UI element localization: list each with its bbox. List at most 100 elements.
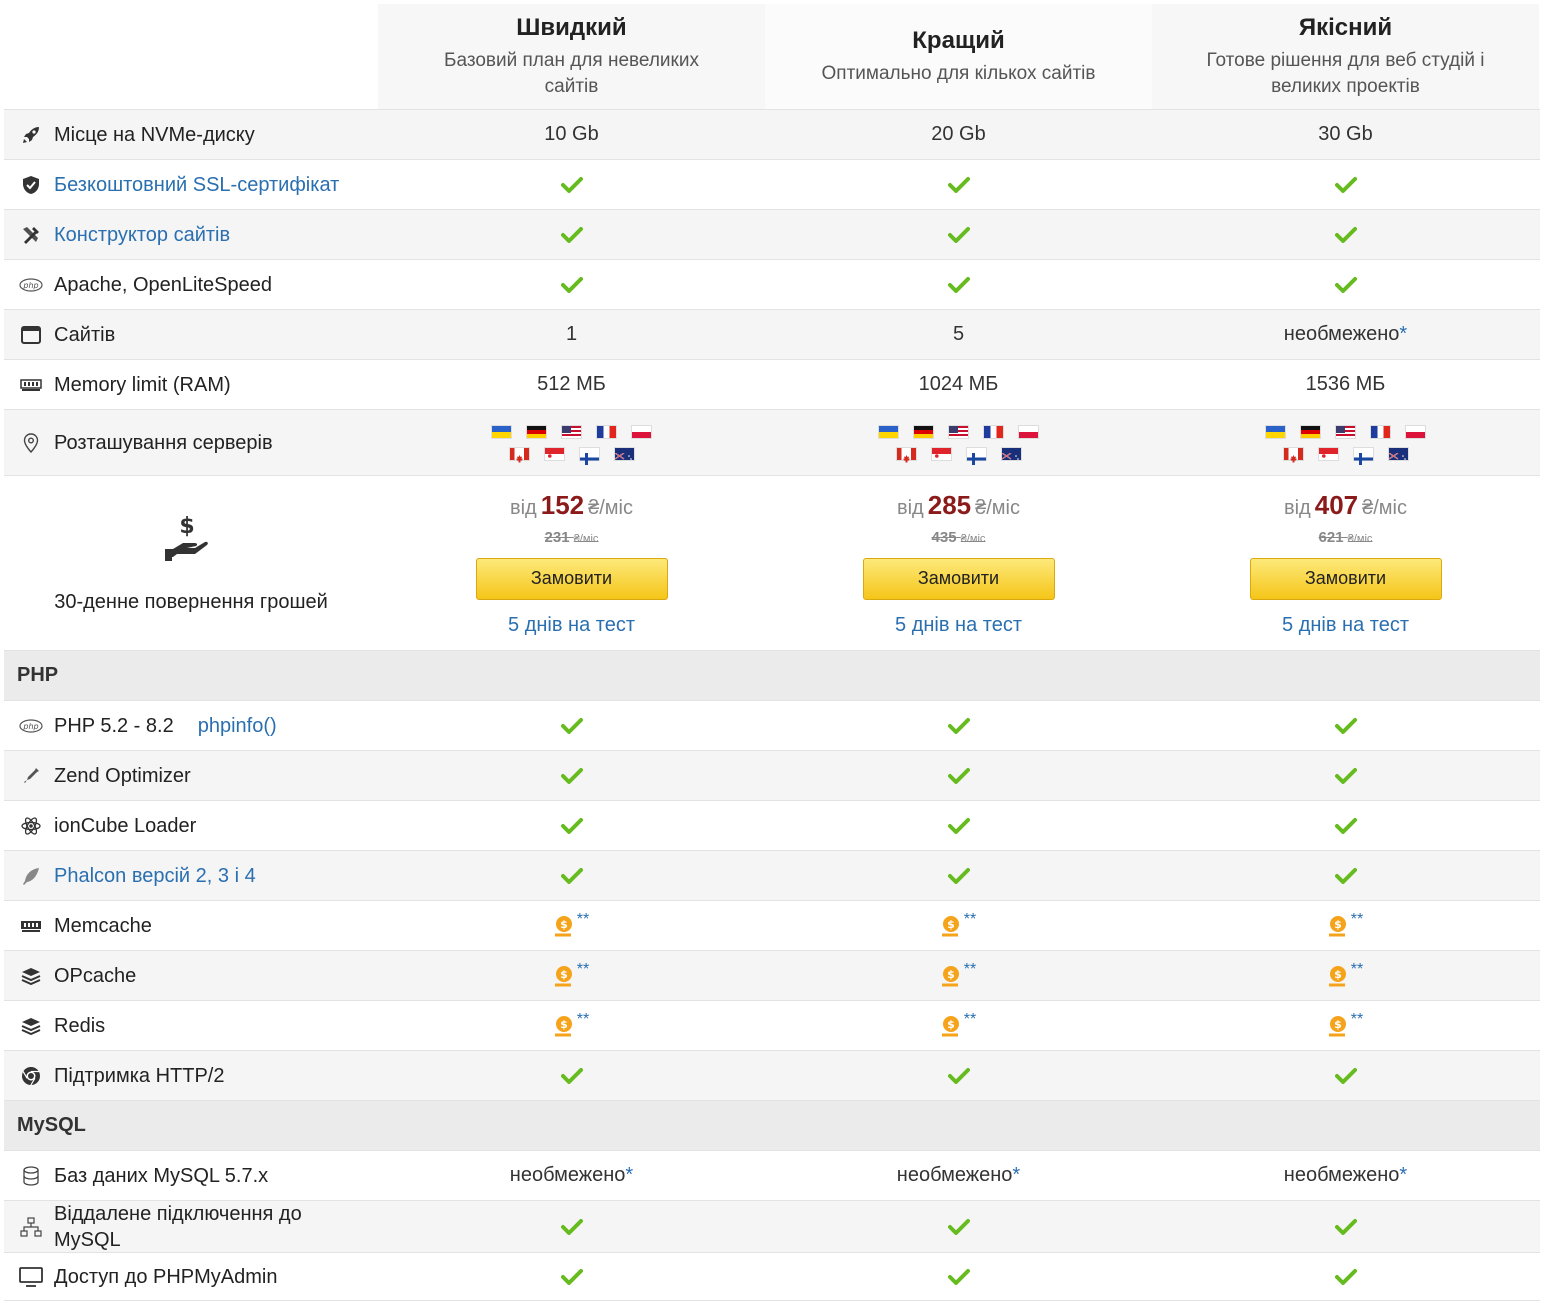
flag-au-icon (1000, 446, 1022, 463)
check-icon (1152, 801, 1539, 850)
value-cell: 1 (565, 323, 578, 345)
check-icon (765, 851, 1152, 900)
price-from: від (509, 496, 537, 519)
footnote-star[interactable]: * (1399, 1164, 1407, 1187)
flag-pl-icon (1405, 424, 1426, 439)
footnote-stars[interactable]: ** (964, 911, 976, 929)
old-price-unit: ₴/міс (960, 532, 986, 545)
check-icon (378, 1051, 765, 1100)
server-flags (1152, 410, 1539, 475)
monitor-icon (16, 1266, 46, 1287)
browser-icon (16, 325, 46, 344)
flag-fi-icon (965, 446, 987, 465)
shield-icon (16, 175, 46, 195)
plan-description: Базовий план для невеликих сайтів (444, 49, 699, 97)
phalcon-link[interactable]: Phalcon версій 2, 3 і 4 (54, 863, 256, 889)
server-flags (378, 410, 765, 475)
check-icon (765, 1201, 1152, 1252)
row-redis: Redis $ ** $ ** $ ** (4, 1001, 1540, 1051)
section-mysql: MySQL (4, 1101, 1540, 1151)
trial-link[interactable]: 5 днів на тест (1282, 614, 1409, 637)
check-icon (765, 751, 1152, 800)
feature-label: Redis (4, 1001, 378, 1050)
feature-label: Доступ до PHPMyAdmin (4, 1253, 378, 1300)
feature-text: PHP 5.2 - 8.2 (54, 714, 174, 737)
ssl-link[interactable]: Безкоштовний SSL-сертифікат (54, 172, 339, 198)
feature-text: ionCube Loader (54, 814, 197, 837)
value-cell: 512 МБ (537, 373, 606, 395)
network-icon (16, 1216, 46, 1237)
footnote-stars[interactable]: ** (577, 961, 589, 979)
value-cell: необмежено * (765, 1151, 1152, 1200)
trial-link[interactable]: 5 днів на тест (508, 614, 635, 637)
feature-text: Місце на NVMe-диску (54, 123, 255, 146)
value-cell: 1536 МБ (1305, 373, 1386, 395)
plans-header-row: Швидкий Базовий план для невеликих сайті… (4, 4, 1540, 110)
value-cell: 1024 МБ (918, 373, 999, 395)
value-text: необмежено (1283, 323, 1400, 345)
old-price: 621 ₴/міс (1319, 529, 1373, 546)
trial-link[interactable]: 5 днів на тест (895, 614, 1022, 637)
plan-description: Готове рішення для веб студій і великих … (1206, 49, 1485, 97)
plan-header-2: Кращий Оптимально для кількох сайтів (765, 4, 1152, 109)
footnote-star[interactable]: * (1012, 1164, 1020, 1187)
row-ioncube: ionCube Loader (4, 801, 1540, 851)
value-cell: 30 Gb (1318, 123, 1373, 145)
feature-label: Zend Optimizer (4, 751, 378, 800)
feature-label: Віддалене підключення до MySQL (4, 1201, 378, 1252)
price-unit: ₴/міс (1362, 496, 1407, 519)
footnote-star[interactable]: * (1399, 323, 1407, 346)
value-cell: 5 (952, 323, 965, 345)
feature-label: Phalcon версій 2, 3 і 4 (4, 851, 378, 900)
flag-us-icon (948, 424, 969, 439)
footnote-stars[interactable]: ** (577, 911, 589, 929)
price-from: від (1283, 496, 1311, 519)
check-icon (765, 1051, 1152, 1100)
row-phalcon: Phalcon версій 2, 3 і 4 (4, 851, 1540, 901)
money-back: $ 30-денне повернення грошей (4, 476, 378, 650)
footnote-stars[interactable]: ** (964, 961, 976, 979)
value-text: необмежено (509, 1164, 626, 1186)
footnote-stars[interactable]: ** (964, 1011, 976, 1029)
flag-fr-icon (983, 424, 1004, 439)
check-icon (1152, 160, 1539, 209)
pricing-table: Швидкий Базовий план для невеликих сайті… (4, 4, 1540, 1301)
flag-fr-icon (596, 424, 617, 439)
footnote-stars[interactable]: ** (1351, 961, 1363, 979)
check-icon (1152, 701, 1539, 750)
feature-text: Сайтів (54, 323, 116, 346)
svg-text:$: $ (947, 968, 955, 981)
price-unit: ₴/міс (588, 496, 633, 519)
flag-de-icon (913, 424, 934, 439)
feature-label: Сайтів (4, 310, 378, 359)
svg-text:php: php (22, 281, 38, 290)
paid-coin: $ ** (1152, 1001, 1539, 1050)
phpinfo-link[interactable]: phpinfo() (198, 713, 277, 739)
money-back-text: 30-денне повернення грошей (54, 590, 328, 613)
memory-icon (16, 378, 46, 392)
memory-icon (16, 919, 46, 933)
footnote-stars[interactable]: ** (1351, 911, 1363, 929)
footnote-stars[interactable]: ** (1351, 1011, 1363, 1029)
feature-label: php PHP 5.2 - 8.2 phpinfo() (4, 701, 378, 750)
check-icon (378, 260, 765, 309)
row-memcache: Memcache $ ** $ ** $ ** (4, 901, 1540, 951)
footnote-stars[interactable]: ** (577, 1011, 589, 1029)
value-cell: необмежено * (1152, 310, 1539, 359)
check-icon (765, 1253, 1152, 1300)
row-sites: Сайтів 1 5 необмежено * (4, 310, 1540, 360)
tools-icon (16, 225, 46, 245)
flag-pl-icon (1018, 424, 1039, 439)
check-icon (1152, 751, 1539, 800)
order-button[interactable]: Замовити (1249, 557, 1442, 600)
footnote-star[interactable]: * (625, 1164, 633, 1187)
flag-sg-icon (543, 446, 565, 461)
site-builder-link[interactable]: Конструктор сайтів (54, 222, 230, 248)
map-pin-icon (16, 432, 46, 453)
order-button[interactable]: Замовити (475, 557, 668, 600)
price-value: 285 (927, 489, 972, 520)
order-button[interactable]: Замовити (862, 557, 1055, 600)
svg-text:$: $ (179, 514, 194, 539)
feature-text: OPcache (54, 964, 137, 987)
check-icon (765, 260, 1152, 309)
